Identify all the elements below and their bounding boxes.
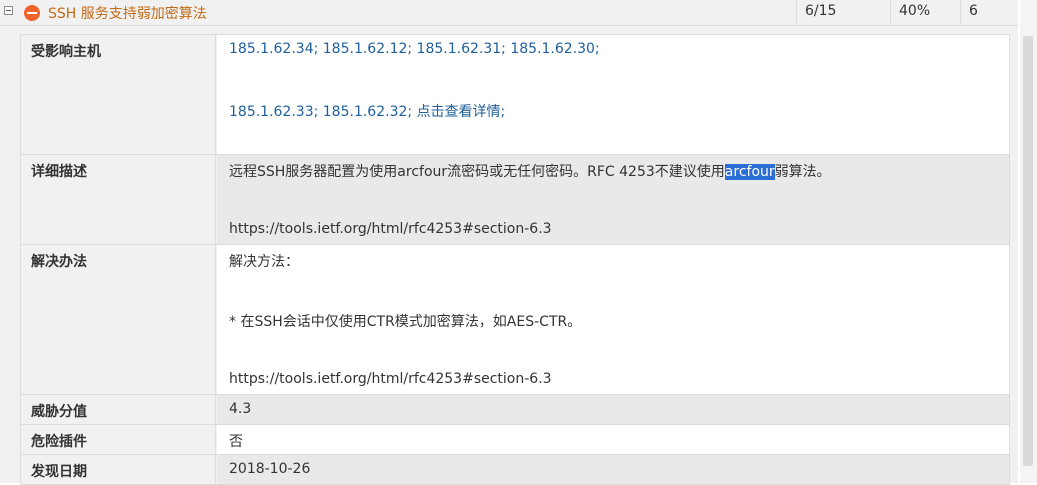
description-text-before: 远程SSH服务器配置为使用arcfour流密码或无任何密码。RFC 4253不建…: [229, 164, 725, 180]
hosts-row: 受影响主机 185.1.62.34; 185.1.62.12; 185.1.62…: [21, 34, 1009, 154]
plugin-value-cell: 否: [217, 425, 1009, 454]
hosts-label: 受影响主机: [21, 35, 216, 154]
vuln-summary-row[interactable]: SSH 服务支持弱加密算法 6/15 40% 6: [0, 0, 1018, 26]
plugin-row: 危险插件 否: [21, 424, 1009, 454]
detail-table: 受影响主机 185.1.62.34; 185.1.62.12; 185.1.62…: [20, 34, 1010, 485]
solution-row: 解决办法 解决方法： * 在SSH会话中仅使用CTR模式加密算法，如AES-CT…: [21, 244, 1009, 394]
host-list-line2-hosts[interactable]: 185.1.62.33; 185.1.62.32;: [229, 104, 412, 120]
scrollbar-thumb[interactable]: [1023, 36, 1033, 466]
hosts-value: 185.1.62.34; 185.1.62.12; 185.1.62.31; 1…: [217, 35, 1009, 154]
risk-level-icon: [24, 5, 40, 21]
solution-step: * 在SSH会话中仅使用CTR模式加密算法，如AES-CTR。: [229, 314, 582, 330]
host-list-line2: 185.1.62.33; 185.1.62.32; 点击查看详情;: [229, 101, 505, 121]
vuln-title[interactable]: SSH 服务支持弱加密算法: [48, 3, 207, 23]
date-value: 2018-10-26: [229, 461, 311, 477]
collapse-toggle-icon[interactable]: [4, 6, 13, 15]
description-label: 详细描述: [21, 155, 216, 244]
selected-text: arcfour: [724, 164, 775, 180]
number-value: 6: [969, 3, 978, 19]
affected-percent-cell: 40%: [890, 0, 960, 25]
description-text: 远程SSH服务器配置为使用arcfour流密码或无任何密码。RFC 4253不建…: [229, 161, 831, 181]
date-value-cell: 2018-10-26: [217, 455, 1009, 484]
plugin-value: 否: [229, 434, 243, 450]
score-value-cell: 4.3: [217, 395, 1009, 424]
description-url: https://tools.ietf.org/html/rfc4253#sect…: [229, 221, 552, 237]
affected-count: 6/15: [805, 3, 837, 19]
score-label: 威胁分值: [21, 395, 216, 424]
solution-label: 解决办法: [21, 245, 216, 394]
affected-percent: 40%: [899, 3, 931, 19]
view-details-link[interactable]: 点击查看详情;: [417, 104, 506, 120]
score-row: 威胁分值 4.3: [21, 394, 1009, 424]
date-label: 发现日期: [21, 455, 216, 484]
solution-url: https://tools.ietf.org/html/rfc4253#sect…: [229, 371, 552, 387]
solution-value: 解决方法： * 在SSH会话中仅使用CTR模式加密算法，如AES-CTR。 ht…: [217, 245, 1009, 394]
vuln-detail-panel: 受影响主机 185.1.62.34; 185.1.62.12; 185.1.62…: [0, 26, 1018, 485]
description-value: 远程SSH服务器配置为使用arcfour流密码或无任何密码。RFC 4253不建…: [217, 155, 1009, 244]
score-value: 4.3: [229, 401, 252, 417]
host-list-line1[interactable]: 185.1.62.34; 185.1.62.12; 185.1.62.31; 1…: [229, 41, 600, 57]
description-text-after: 弱算法。: [774, 164, 831, 180]
affected-count-cell: 6/15: [796, 0, 890, 25]
date-row: 发现日期 2018-10-26: [21, 454, 1009, 484]
solution-heading: 解决方法：: [229, 254, 299, 270]
number-cell: 6: [960, 0, 1019, 25]
plugin-label: 危险插件: [21, 425, 216, 454]
description-row: 详细描述 远程SSH服务器配置为使用arcfour流密码或无任何密码。RFC 4…: [21, 154, 1009, 244]
